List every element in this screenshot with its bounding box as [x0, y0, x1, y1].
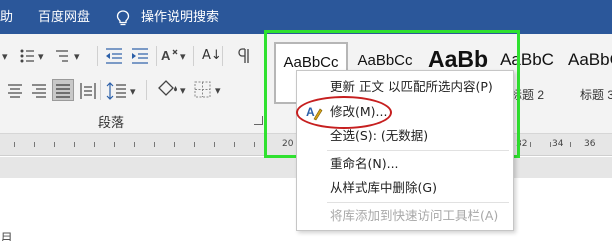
indent-buttons[interactable]	[104, 46, 156, 66]
distributed-icon[interactable]	[80, 82, 96, 100]
svg-text:A: A	[161, 48, 171, 63]
menu-item-add-gallery-to-qat: 将库添加到快速访问工具栏(A)	[330, 208, 499, 223]
menu-item-remove-from-gallery[interactable]: 从样式库中删除(G)	[330, 180, 437, 196]
svg-text:▾: ▾	[74, 50, 80, 63]
line-spacing-icon[interactable]: ▾	[106, 82, 140, 100]
style-sample: AaBbC	[568, 50, 612, 69]
menu-item-rename[interactable]: 重命名(N)...	[330, 156, 399, 172]
svg-text:▾: ▾	[38, 50, 44, 63]
justify-icon	[56, 84, 70, 98]
tell-me-search[interactable]: 操作说明搜索	[141, 10, 219, 26]
style-context-menu: 更新 正文 以匹配所选内容(P) A 修改(M)... 全选(S): (无数据)…	[296, 70, 514, 231]
svg-text:▾: ▾	[180, 84, 186, 97]
sort-icon[interactable]: A↓	[202, 48, 222, 64]
baidu-netdisk-tab[interactable]: 百度网盘	[38, 10, 90, 26]
shading-icon[interactable]: ▾	[156, 80, 190, 100]
ruler-number: 34	[552, 139, 564, 149]
svg-text:▾: ▾	[180, 50, 186, 63]
svg-text:▾: ▾	[215, 84, 221, 97]
style-name: 标题 3	[580, 88, 612, 102]
borders-icon[interactable]: ▾	[194, 80, 228, 100]
list-buttons-row[interactable]: ▾ ▾ ▾	[2, 46, 94, 66]
style-heading-3[interactable]: AaBbC 标题 3	[562, 42, 612, 104]
lightbulb-icon	[116, 10, 130, 26]
paragraph-group-label: 段落	[98, 116, 125, 131]
svg-text:▾: ▾	[130, 85, 136, 98]
svg-text:▾: ▾	[2, 50, 8, 63]
menu-item-update-to-match[interactable]: 更新 正文 以匹配所选内容(P)	[330, 79, 493, 95]
annotation-ellipse	[296, 96, 392, 129]
ruler-number: 36	[584, 139, 596, 149]
help-tab[interactable]: 助	[0, 10, 13, 26]
chinese-layout-icon[interactable]: A ▾	[160, 46, 190, 66]
menu-item-select-all[interactable]: 全选(S): (无数据)	[330, 128, 428, 144]
show-marks-icon[interactable]	[236, 48, 250, 64]
page-text: 月	[0, 232, 14, 241]
paragraph-dialog-launcher[interactable]	[254, 116, 263, 125]
title-bar: 助 百度网盘 操作说明搜索	[0, 0, 612, 34]
